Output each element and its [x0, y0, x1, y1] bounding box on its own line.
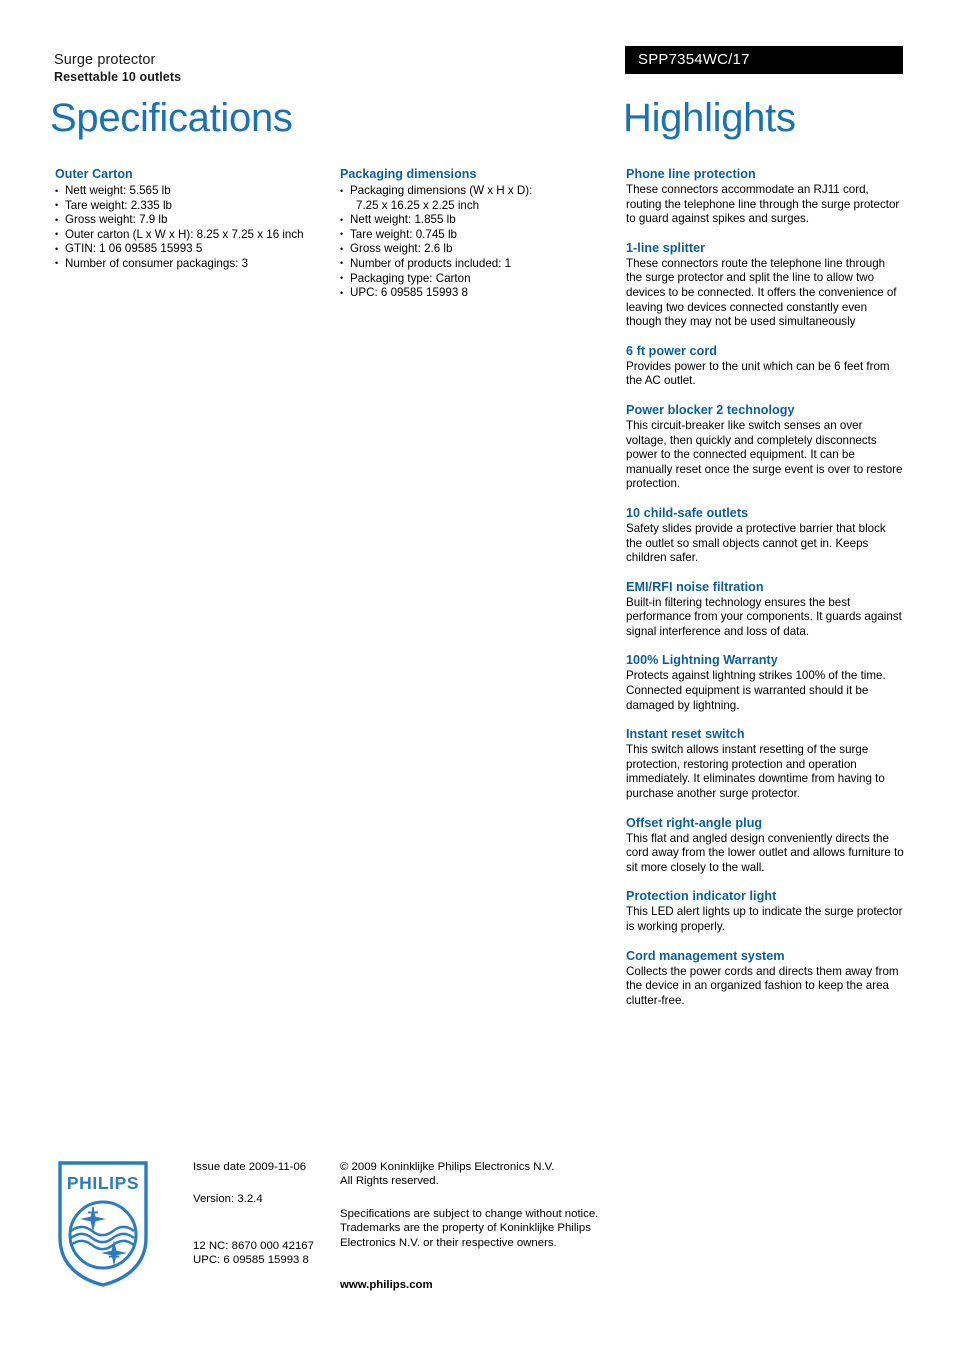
disclaimer-line-3: Electronics N.V. or their respective own…	[340, 1236, 557, 1249]
spec-heading: Packaging dimensions	[340, 167, 477, 181]
spec-item: Tare weight: 2.335 lb	[55, 198, 327, 213]
highlight-heading: 1-line splitter	[626, 240, 706, 255]
copyright-line-2: All Rights reserved.	[340, 1175, 439, 1188]
highlight-item: 1-line splitter These connectors route t…	[626, 240, 904, 330]
spec-item: UPC: 6 09585 15993 8	[340, 286, 602, 301]
specifications-column-2: Packaging dimensions Packaging dimension…	[340, 166, 602, 315]
specifications-column-1: Outer Carton Nett weight: 5.565 lb Tare …	[55, 166, 327, 286]
highlight-heading: Phone line protection	[626, 167, 756, 181]
copyright-line-1: © 2009 Koninklijke Philips Electronics N…	[340, 1161, 555, 1173]
spec-item-text: Gross weight: 7.9 lb	[65, 213, 168, 227]
spec-item: Nett weight: 5.565 lb	[55, 184, 327, 199]
spec-group-outer-carton: Outer Carton Nett weight: 5.565 lb Tare …	[55, 166, 327, 272]
model-number-bar: SPP7354WC/17	[625, 46, 903, 74]
spec-item-text: Outer carton (L x W x H): 8.25 x 7.25 x …	[65, 227, 304, 241]
highlight-item: Instant reset switch This switch allows …	[626, 726, 904, 801]
spec-item-text: Number of products included: 1	[350, 256, 512, 270]
spec-item: Packaging type: Carton	[340, 271, 602, 286]
highlight-heading: Cord management system	[626, 948, 785, 963]
highlight-heading: Instant reset switch	[626, 727, 745, 742]
spec-item: Tare weight: 0.745 lb	[340, 227, 602, 242]
highlight-item: EMI/RFI noise filtration Built-in filter…	[626, 579, 904, 640]
page-title-highlights: Highlights	[623, 96, 796, 140]
highlight-heading: 6 ft power cord	[626, 343, 718, 358]
highlight-body: These connectors route the telephone lin…	[626, 256, 897, 329]
highlight-item: 10 child-safe outlets Safety slides prov…	[626, 505, 904, 566]
spec-item-text: Nett weight: 1.855 lb	[350, 213, 456, 227]
page-title-specifications: Specifications	[50, 96, 293, 140]
spec-item-text: Number of consumer packagings: 3	[65, 256, 249, 270]
upc-code: UPC: 6 09585 15993 8	[193, 1254, 309, 1267]
highlight-body: This flat and angled design conveniently…	[626, 831, 904, 874]
highlight-item: Cord management system Collects the powe…	[626, 948, 904, 1009]
highlight-body: Protects against lightning strikes 100% …	[626, 669, 886, 712]
product-category: Surge protector	[54, 52, 156, 68]
nc-code: 12 NC: 8670 000 42167	[193, 1239, 314, 1252]
highlight-item: 100% Lightning Warranty Protects against…	[626, 652, 904, 713]
footer-left-column: Issue date 2009-11-06 Version: 3.2.4 12 …	[193, 1160, 328, 1268]
philips-logo: PHILIPS	[57, 1160, 149, 1288]
spec-item-text: GTIN: 1 06 09585 15993 5	[65, 242, 203, 256]
spec-heading: Outer Carton	[55, 167, 133, 181]
version: Version: 3.2.4	[193, 1193, 263, 1206]
philips-shield-icon: PHILIPS	[58, 1161, 148, 1287]
spec-item: GTIN: 1 06 09585 15993 5	[55, 242, 327, 257]
website-link[interactable]: www.philips.com	[340, 1278, 610, 1292]
spec-item-text: Packaging type: Carton	[350, 271, 471, 285]
spec-item-text: Tare weight: 0.745 lb	[350, 227, 457, 241]
footer-right-column: © 2009 Koninklijke Philips Electronics N…	[340, 1160, 610, 1292]
highlight-body: Safety slides provide a protective barri…	[626, 521, 886, 565]
disclaimer-line-2: Trademarks are the property of Koninklij…	[340, 1222, 591, 1235]
highlight-heading: EMI/RFI noise filtration	[626, 579, 764, 594]
highlight-heading: Offset right-angle plug	[626, 815, 763, 830]
highlight-body: These connectors accommodate an RJ11 cor…	[626, 183, 900, 226]
spec-item-text: Nett weight: 5.565 lb	[65, 184, 171, 197]
highlight-item: 6 ft power cord Provides power to the un…	[626, 343, 904, 389]
spec-item-text: UPC: 6 09585 15993 8	[350, 286, 468, 300]
spec-item-continuation: 7.25 x 16.25 x 2.25 inch	[356, 198, 480, 212]
highlight-item: Protection indicator light This LED aler…	[626, 888, 904, 934]
spec-item: Nett weight: 1.855 lb	[340, 213, 602, 228]
spec-item: Number of products included: 1	[340, 256, 602, 271]
spec-item: Packaging dimensions (W x H x D): 7.25 x…	[340, 183, 602, 213]
highlight-heading: 100% Lightning Warranty	[626, 653, 778, 668]
spec-item: Gross weight: 2.6 lb	[340, 242, 602, 257]
highlight-body: This switch allows instant resetting of …	[626, 743, 885, 801]
highlights-column: Phone line protection These connectors a…	[626, 166, 904, 1021]
model-number: SPP7354WC/17	[638, 51, 750, 68]
highlight-heading: Power blocker 2 technology	[626, 402, 795, 417]
highlight-heading: Protection indicator light	[626, 889, 777, 904]
product-title-block: Surge protector Resettable 10 outlets	[54, 52, 574, 85]
spec-list: Nett weight: 5.565 lb Tare weight: 2.335…	[55, 184, 327, 272]
highlight-body: Built-in filtering technology ensures th…	[626, 595, 902, 638]
highlight-item: Power blocker 2 technology This circuit-…	[626, 402, 904, 492]
spec-group-packaging-dimensions: Packaging dimensions Packaging dimension…	[340, 166, 602, 301]
spec-item-text: Gross weight: 2.6 lb	[350, 242, 453, 256]
highlight-item: Offset right-angle plug This flat and an…	[626, 815, 904, 876]
svg-text:PHILIPS: PHILIPS	[67, 1173, 139, 1193]
issue-date: Issue date 2009-11-06	[193, 1161, 307, 1173]
disclaimer-line-1: Specifications are subject to change wit…	[340, 1207, 599, 1220]
spec-list: Packaging dimensions (W x H x D): 7.25 x…	[340, 183, 602, 301]
highlight-heading: 10 child-safe outlets	[626, 505, 749, 520]
spec-item-text: Tare weight: 2.335 lb	[65, 198, 172, 212]
highlight-item: Phone line protection These connectors a…	[626, 166, 904, 227]
product-subtitle: Resettable 10 outlets	[54, 70, 182, 84]
highlight-body: This LED alert lights up to indicate the…	[626, 905, 903, 933]
spec-item: Number of consumer packagings: 3	[55, 256, 327, 271]
highlight-body: Provides power to the unit which can be …	[626, 359, 890, 388]
spec-item: Outer carton (L x W x H): 8.25 x 7.25 x …	[55, 227, 327, 242]
highlight-body: Collects the power cords and directs the…	[626, 964, 899, 1007]
spec-item-text: Packaging dimensions (W x H x D):	[350, 184, 533, 197]
spec-item: Gross weight: 7.9 lb	[55, 213, 327, 228]
highlight-body: This circuit-breaker like switch senses …	[626, 418, 903, 491]
